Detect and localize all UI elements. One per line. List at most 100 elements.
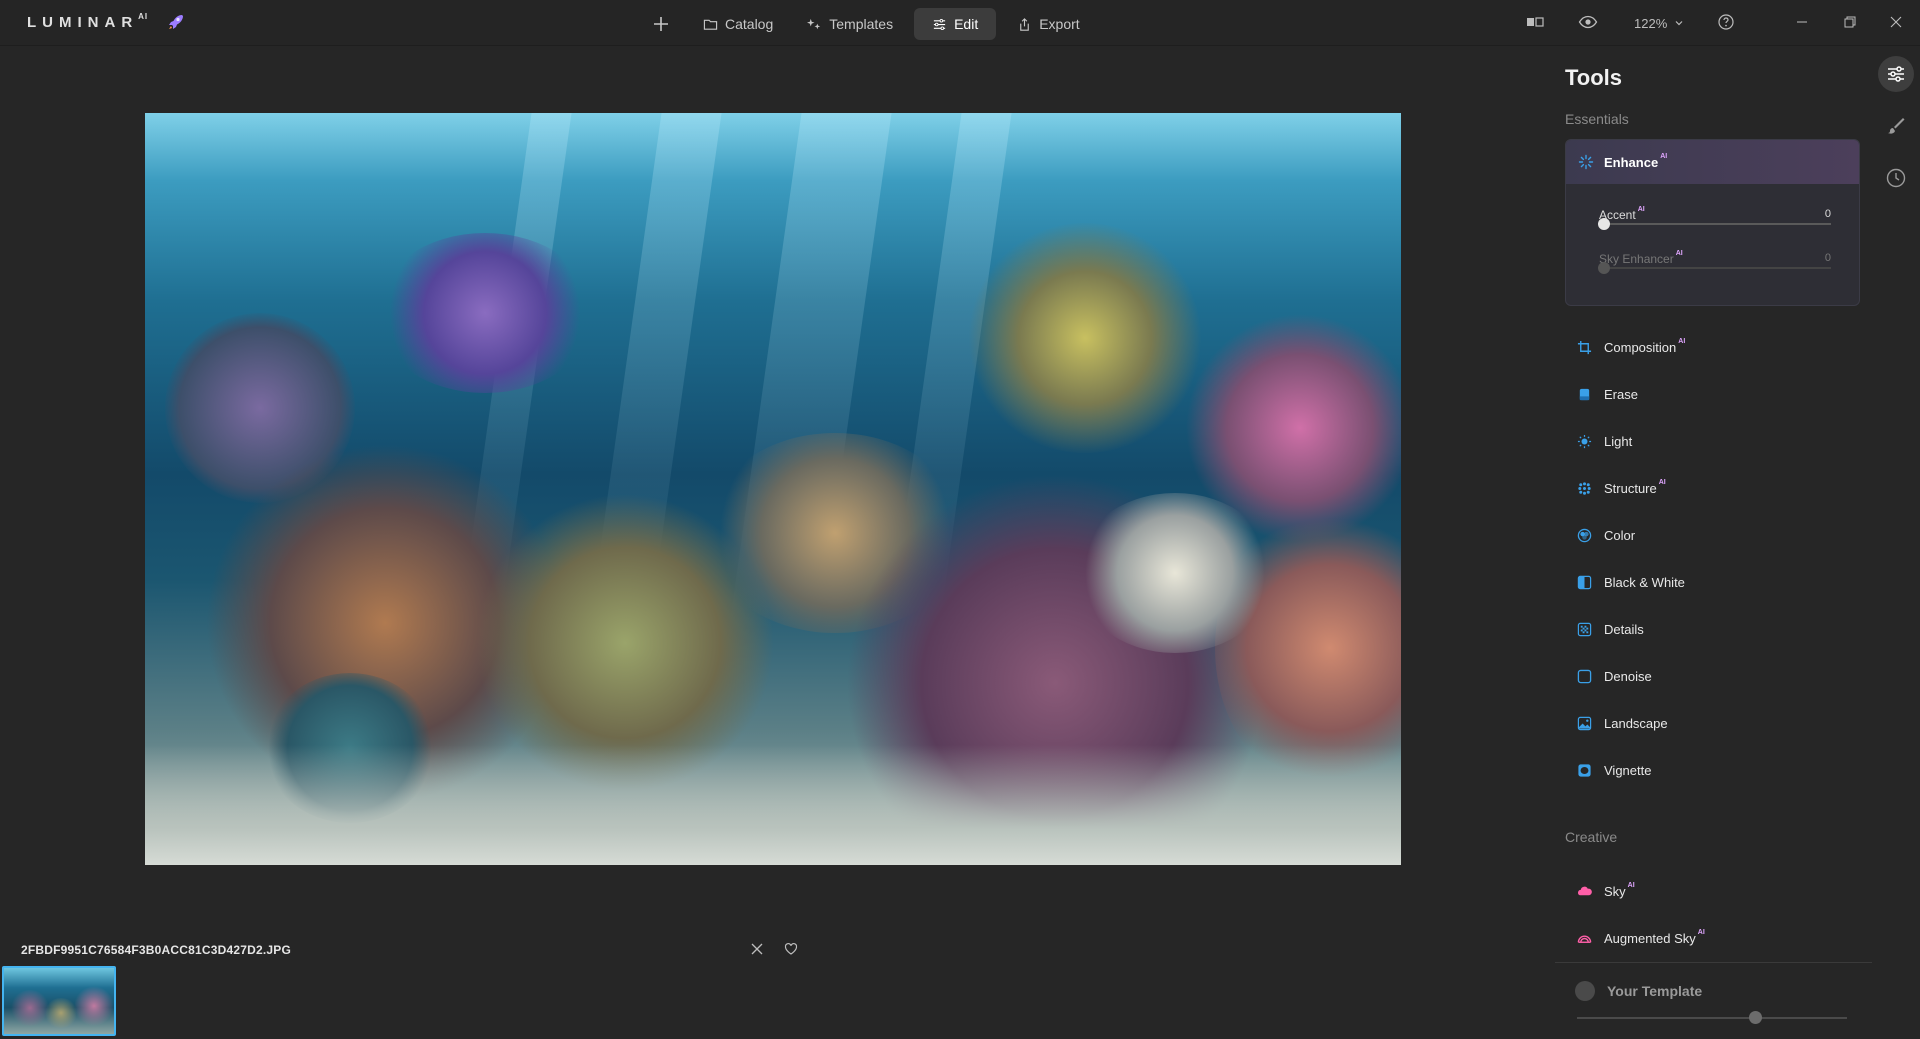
tool-structure[interactable]: Structure AI — [1565, 470, 1860, 506]
tool-label: Light — [1604, 433, 1633, 449]
sky-enhancer-label: Sky Enhancer — [1599, 252, 1674, 266]
denoise-icon — [1577, 669, 1592, 683]
chevron-down-icon — [1675, 21, 1683, 26]
ai-badge: AI — [1660, 152, 1668, 160]
tool-color[interactable]: Color — [1565, 517, 1860, 553]
folder-icon — [703, 19, 718, 30]
light-icon — [1577, 434, 1592, 448]
sky-icon — [1578, 886, 1592, 895]
file-name: 2FBDF9951C76584F3B0ACC81C3D427D2.JPG — [21, 943, 291, 957]
tools-panel: Tools Essentials Enhance AI Accent AI 0 Sk… — [1555, 46, 1875, 1039]
structure-icon — [1578, 481, 1591, 495]
main-nav: Catalog Templates Edit Export — [650, 8, 1093, 40]
history-tab-button[interactable] — [1878, 160, 1914, 196]
sky-enhancer-value: 0 — [1824, 252, 1831, 264]
ai-badge: AI — [1697, 928, 1705, 936]
landscape-icon — [1577, 716, 1592, 730]
tool-label: Details — [1604, 621, 1644, 637]
compare-icon[interactable] — [1525, 12, 1545, 32]
sliders-icon — [1888, 66, 1904, 82]
title-bar: LUMINARAI Catalog Templates Edit Export … — [0, 0, 1920, 46]
tool-light[interactable]: Light — [1565, 423, 1860, 459]
sparkle-icon — [807, 18, 821, 29]
app-logo: LUMINARAI — [27, 12, 149, 31]
logo-text: LUMINAR — [27, 14, 139, 31]
brush-icon — [1888, 118, 1905, 134]
filmstrip-thumbnail[interactable] — [2, 966, 116, 1036]
tool-augmented-sky[interactable]: Augmented Sky AI — [1565, 920, 1860, 956]
template-amount-track[interactable] — [1577, 1017, 1847, 1019]
tool-composition[interactable]: Composition AI — [1565, 329, 1860, 365]
share-icon — [1020, 17, 1030, 31]
tab-edit[interactable]: Edit — [914, 8, 997, 40]
tool-landscape[interactable]: Landscape — [1565, 705, 1860, 741]
ai-badge: AI — [1675, 250, 1683, 257]
tool-black-white[interactable]: Black & White — [1565, 564, 1860, 600]
black-white-icon — [1577, 575, 1592, 589]
color-icon — [1577, 528, 1592, 542]
tools-tab-button[interactable] — [1878, 56, 1914, 92]
ai-badge: AI — [1637, 206, 1645, 213]
tool-denoise[interactable]: Denoise — [1565, 658, 1860, 694]
tool-label: Color — [1604, 527, 1636, 543]
restore-icon[interactable] — [1840, 12, 1860, 32]
brush-tab-button[interactable] — [1878, 108, 1914, 144]
tool-label: Composition — [1604, 339, 1677, 355]
tool-erase[interactable]: Erase — [1565, 376, 1860, 412]
panel-title: Tools — [1565, 65, 1623, 90]
tab-catalog-label: Catalog — [725, 16, 774, 32]
tool-vignette[interactable]: Vignette — [1565, 752, 1860, 788]
sky-enhancer-knob[interactable] — [1598, 262, 1610, 274]
plus-icon[interactable] — [650, 13, 672, 35]
clock-icon — [1886, 168, 1906, 188]
sky-enhancer-track[interactable] — [1599, 267, 1831, 269]
tab-export-label: Export — [1039, 16, 1080, 32]
tool-label: Vignette — [1604, 762, 1652, 778]
ai-badge: AI — [1627, 881, 1635, 889]
main-photo[interactable] — [145, 113, 1401, 865]
help-icon[interactable] — [1716, 12, 1736, 32]
enhance-label: Enhance — [1604, 154, 1659, 170]
tab-catalog[interactable]: Catalog — [690, 8, 786, 40]
tool-details[interactable]: Details — [1565, 611, 1860, 647]
ai-badge: AI — [1658, 478, 1666, 486]
heart-icon[interactable] — [783, 941, 799, 957]
rocket-icon[interactable] — [166, 12, 186, 32]
tool-label: Denoise — [1604, 668, 1652, 684]
minimize-icon[interactable] — [1792, 12, 1812, 32]
tool-label: Erase — [1604, 386, 1638, 402]
creative-label: Creative — [1565, 829, 1618, 845]
tool-label: Sky — [1604, 883, 1626, 899]
zoom-value: 122% — [1634, 15, 1668, 31]
tool-sky[interactable]: Sky AI — [1565, 873, 1860, 909]
template-dot-icon — [1575, 981, 1595, 1001]
eye-icon[interactable] — [1578, 12, 1598, 32]
erase-icon — [1579, 388, 1590, 400]
tool-label: Black & White — [1604, 574, 1685, 590]
enhance-header[interactable]: Enhance AI — [1566, 140, 1859, 184]
accent-value: 0 — [1824, 208, 1831, 220]
vignette-icon — [1578, 763, 1591, 777]
accent-knob[interactable] — [1598, 218, 1610, 230]
reject-icon[interactable] — [749, 941, 765, 957]
sliders-icon — [933, 18, 946, 30]
template-label: Your Template — [1607, 983, 1703, 999]
your-template[interactable]: Your Template — [1575, 981, 1702, 1001]
template-amount-knob[interactable] — [1748, 1011, 1762, 1024]
tool-label: Landscape — [1604, 715, 1668, 731]
tab-templates-label: Templates — [829, 16, 894, 32]
essentials-label: Essentials — [1565, 111, 1629, 127]
details-icon — [1577, 622, 1592, 636]
augmented-sky-icon — [1577, 934, 1592, 943]
tab-export[interactable]: Export — [1004, 8, 1092, 40]
zoom-dropdown[interactable]: 122% — [1634, 8, 1684, 38]
enhance-sparkle-icon — [1578, 154, 1594, 170]
enhance-card: Enhance AI Accent AI 0 Sky Enhancer AI 0 — [1565, 139, 1860, 306]
tool-label: Structure — [1604, 480, 1657, 496]
close-icon[interactable] — [1886, 12, 1906, 32]
logo-ai: AI — [138, 12, 149, 21]
composition-icon — [1577, 340, 1592, 354]
tab-templates[interactable]: Templates — [794, 8, 906, 40]
panel-divider — [1555, 962, 1872, 963]
accent-track[interactable] — [1599, 223, 1831, 225]
